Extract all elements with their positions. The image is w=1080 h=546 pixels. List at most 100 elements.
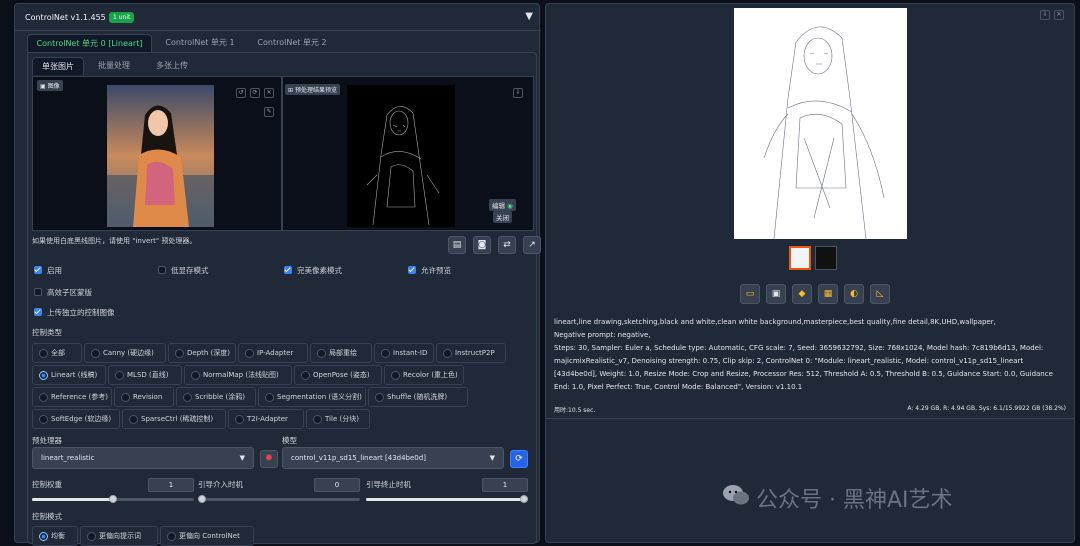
low-vram-checkbox[interactable] <box>158 266 166 274</box>
tab-unit-2[interactable]: ControlNet 单元 2 <box>247 34 337 52</box>
control-type-lineart[interactable]: Lineart (线稿) <box>32 365 106 385</box>
send-to-img2img-button[interactable]: ▦ <box>818 284 838 304</box>
download-icon[interactable]: ⇩ <box>1040 10 1050 20</box>
control-type-inpaint[interactable]: 局部重绘 <box>310 343 372 363</box>
save-button[interactable]: ▣ <box>766 284 786 304</box>
close-icon[interactable]: ✕ <box>264 88 274 98</box>
model-value: control_v11p_sd15_lineart [43d4be0d] <box>291 454 426 462</box>
output-panel: ⇩ ✕ ▭ ▣ ◆ ▦ ◐ ◺ lineart,line drawing,ske… <box>545 3 1075 543</box>
control-type-recolor[interactable]: Recolor (重上色) <box>384 365 464 385</box>
arrow-icon: ↗ <box>528 240 536 250</box>
palette-icon: ◐ <box>850 289 858 299</box>
control-type-tile[interactable]: Tile (分块) <box>306 409 370 429</box>
weight-input[interactable]: 1 <box>148 478 194 492</box>
start-input[interactable]: 0 <box>314 478 360 492</box>
ruler-icon: ◺ <box>876 289 884 299</box>
gallery-thumb-2[interactable] <box>815 246 837 270</box>
preprocessor-select[interactable]: lineart_realistic ▼ <box>32 447 254 469</box>
generated-image[interactable] <box>734 8 907 239</box>
input-image-area[interactable]: ▣ 图像 ↺ ⟳ ✕ ✎ <box>32 76 282 231</box>
send-to-extras-button[interactable]: ◺ <box>870 284 890 304</box>
tab-unit-1[interactable]: ControlNet 单元 1 <box>155 34 245 52</box>
watermark-text: 公众号 · 黑神AI艺术 <box>756 488 953 513</box>
control-type-normalmap[interactable]: NormalMap (法线贴图) <box>184 365 292 385</box>
control-type-instant-id[interactable]: Instant-ID <box>374 343 434 363</box>
start-slider[interactable] <box>198 495 360 503</box>
open-folder-button[interactable]: ▭ <box>740 284 760 304</box>
model-label: 模型 <box>282 436 297 445</box>
refresh-icon: ⟳ <box>515 454 523 464</box>
run-preprocessor-button[interactable]: ✹ <box>260 450 278 468</box>
unit-0-content: 单张图片 批量处理 多张上传 ▣ 图像 ↺ ⟳ ✕ ✎ ⊞ 预处理结果预览 ⇩ … <box>27 52 541 546</box>
send-to-inpaint-button[interactable]: ◐ <box>844 284 864 304</box>
gallery-thumb-1[interactable] <box>789 246 811 270</box>
refresh-models-button[interactable]: ⟳ <box>510 450 528 468</box>
control-type-ip-adapter[interactable]: IP-Adapter <box>238 343 308 363</box>
control-type-depth[interactable]: Depth (深度) <box>168 343 236 363</box>
zip-button[interactable]: ◆ <box>792 284 812 304</box>
undo-icon[interactable]: ↺ <box>236 88 246 98</box>
control-type-canny[interactable]: Canny (硬边缘) <box>84 343 166 363</box>
vram-usage: A: 4.29 GB, R: 4.94 GB, Sys: 6.1/15.9922… <box>907 405 1066 412</box>
control-type-reference[interactable]: Reference (参考) <box>32 387 112 407</box>
time-taken: 用时:10.5 sec. <box>554 407 596 414</box>
perf-footer: 用时:10.5 sec. A: 4.29 GB, R: 4.94 GB, Sys… <box>554 405 1066 414</box>
pixel-perfect-checkbox[interactable] <box>284 266 292 274</box>
image-label: ▣ 图像 <box>37 80 63 91</box>
enable-checkbox[interactable] <box>34 266 42 274</box>
close-icon[interactable]: ✕ <box>1054 10 1064 20</box>
control-type-all[interactable]: 全部 <box>32 343 82 363</box>
pencil-icon[interactable]: ✎ <box>264 107 274 117</box>
control-type-instructp2p[interactable]: InstructP2P <box>436 343 506 363</box>
end-slider[interactable] <box>366 495 528 503</box>
weight-slider-knob[interactable] <box>109 495 117 503</box>
weight-label: 控制权重 <box>32 480 62 489</box>
control-type-segmentation[interactable]: Segmentation (语义分割) <box>258 387 366 407</box>
tab-single-image[interactable]: 单张图片 <box>32 57 84 75</box>
control-type-mlsd[interactable]: MLSD (直线) <box>108 365 182 385</box>
controlnet-header[interactable]: ControlNet v1.1.455 1 unit ▼ <box>15 4 541 31</box>
control-type-softedge[interactable]: SoftEdge (软边缘) <box>32 409 120 429</box>
camera-icon: ◙ <box>477 240 487 250</box>
enable-label: 启用 <box>47 266 62 275</box>
close-button[interactable]: 关闭 <box>493 211 512 223</box>
mirror-button[interactable]: ⇄ <box>498 236 516 254</box>
effective-region-checkbox[interactable] <box>34 288 42 296</box>
end-input[interactable]: 1 <box>482 478 528 492</box>
mode-prompt[interactable]: 更偏向提示词 <box>80 526 158 546</box>
preprocessor-preview-area: ⊞ 预处理结果预览 ⇩ 编辑 ◉ 关闭 <box>282 76 534 231</box>
mode-balanced[interactable]: 均衡 <box>32 526 78 546</box>
model-select[interactable]: control_v11p_sd15_lineart [43d4be0d] ▼ <box>282 447 504 469</box>
controlnet-title: ControlNet v1.1.455 <box>25 13 106 22</box>
allow-preview-label: 允许预览 <box>421 266 451 275</box>
mode-controlnet[interactable]: 更偏向 ControlNet <box>160 526 254 546</box>
tab-batch[interactable]: 批量处理 <box>88 57 140 75</box>
control-type-shuffle[interactable]: Shuffle (随机洗牌) <box>368 387 468 407</box>
unit-count-badge: 1 unit <box>109 12 135 23</box>
collapse-icon[interactable]: ▼ <box>525 11 533 22</box>
control-type-scribble[interactable]: Scribble (涂鸦) <box>176 387 256 407</box>
start-label: 引导介入时机 <box>198 480 243 489</box>
end-slider-knob[interactable] <box>520 495 528 503</box>
low-vram-label: 低显存模式 <box>171 266 209 275</box>
zip-icon: ◆ <box>798 289 806 299</box>
effective-region-label: 高效子区蒙版 <box>47 288 92 297</box>
download-icon[interactable]: ⇩ <box>513 88 523 98</box>
control-type-revision[interactable]: Revision <box>114 387 174 407</box>
tab-unit-0[interactable]: ControlNet 单元 0 [Lineart] <box>27 34 152 52</box>
new-canvas-button[interactable]: ▤ <box>448 236 466 254</box>
edit-icon: ◉ <box>507 202 513 210</box>
edit-button[interactable]: 编辑 ◉ <box>489 199 516 211</box>
tab-multi-upload[interactable]: 多张上传 <box>144 57 200 75</box>
control-type-openpose[interactable]: OpenPose (姿态) <box>294 365 382 385</box>
upload-independent-checkbox[interactable] <box>34 308 42 316</box>
weight-slider[interactable] <box>32 495 194 503</box>
send-dimensions-button[interactable]: ↗ <box>523 236 541 254</box>
allow-preview-checkbox[interactable] <box>408 266 416 274</box>
image-icon: ▣ <box>40 83 48 90</box>
start-slider-knob[interactable] <box>198 495 206 503</box>
control-type-t2i-adapter[interactable]: T2I-Adapter <box>228 409 304 429</box>
camera-button[interactable]: ◙ <box>473 236 491 254</box>
rotate-icon[interactable]: ⟳ <box>250 88 260 98</box>
control-type-sparsectrl[interactable]: SparseCtrl (稀疏控制) <box>122 409 226 429</box>
